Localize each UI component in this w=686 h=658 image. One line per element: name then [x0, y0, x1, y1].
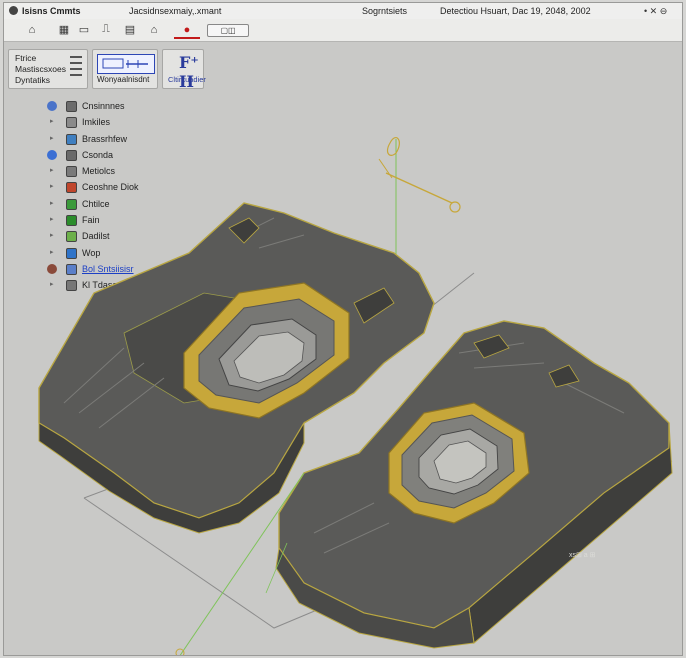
- axis-handle-icon[interactable]: [449, 201, 461, 213]
- pivot-marker-icon: [386, 137, 400, 156]
- guide-line-short: [378, 158, 393, 179]
- part-label: xs⊞ a ⊞: [569, 552, 596, 559]
- cad-window: Isisns Cmmts Jacsidnsexmaiy,.xmant Sogrn…: [3, 2, 683, 656]
- 3d-viewport[interactable]: xs⊞ a ⊞: [4, 3, 683, 656]
